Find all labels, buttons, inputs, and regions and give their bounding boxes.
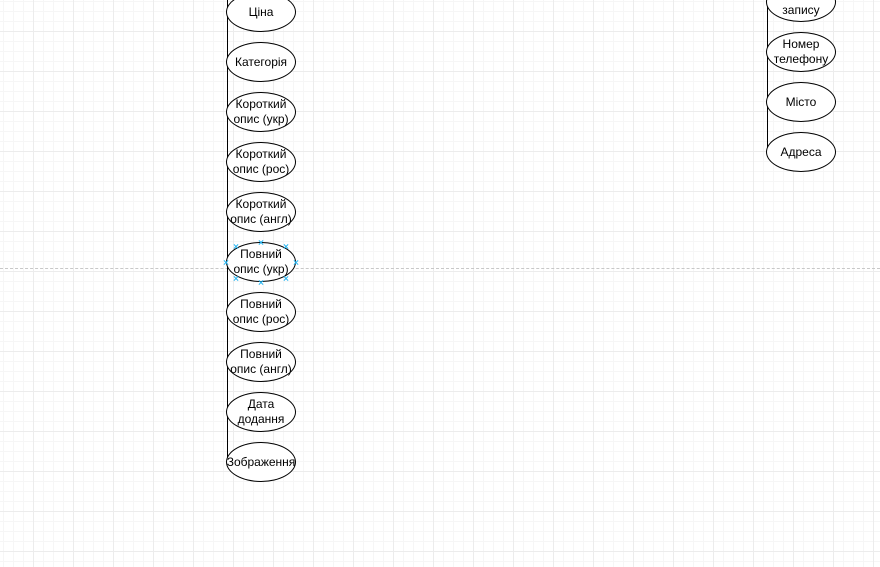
node-label: Категорія [234,54,288,69]
node-label: Дата додання [237,397,285,426]
entity-attribute-phone-number[interactable]: Номер телефону [766,32,836,72]
entity-attribute-full-desc-rus[interactable]: Повний опис (рос) [226,292,296,332]
resize-handle-ne-icon[interactable] [283,243,289,249]
resize-handle-s-icon[interactable] [258,279,264,285]
entity-attribute-record[interactable]: запису [766,0,836,22]
diagram-canvas[interactable]: Ціна Категорія Короткий опис (укр) Корот… [0,0,880,567]
resize-handle-nw-icon[interactable] [233,243,239,249]
entity-attribute-price[interactable]: Ціна [226,0,296,32]
node-label: Зображення [226,454,296,469]
resize-handle-w-icon[interactable] [223,259,229,265]
node-label: Короткий опис (рос) [232,147,290,176]
entity-attribute-city[interactable]: Місто [766,82,836,122]
node-label: Місто [785,94,817,109]
node-label: Номер телефону [773,37,829,66]
resize-handle-n-icon[interactable] [258,239,264,245]
entity-attribute-short-desc-ukr[interactable]: Короткий опис (укр) [226,92,296,132]
resize-handle-se-icon[interactable] [283,275,289,281]
entity-attribute-address[interactable]: Адреса [766,132,836,172]
page-break-line [0,268,880,269]
resize-handle-e-icon[interactable] [293,259,299,265]
entity-attribute-short-desc-rus[interactable]: Короткий опис (рос) [226,142,296,182]
entity-attribute-category[interactable]: Категорія [226,42,296,82]
entity-attribute-short-desc-eng[interactable]: Короткий опис (англ) [226,192,296,232]
node-label: запису [782,2,820,17]
entity-attribute-date-added[interactable]: Дата додання [226,392,296,432]
node-label: Короткий опис (англ) [230,197,292,226]
right-connector-line[interactable] [767,0,768,152]
node-label: Повний опис (укр) [233,247,289,276]
node-label: Адреса [780,144,822,159]
entity-attribute-image[interactable]: Зображення [226,442,296,482]
node-label: Ціна [248,4,274,19]
resize-handle-sw-icon[interactable] [233,275,239,281]
node-label: Повний опис (рос) [232,297,290,326]
node-label: Короткий опис (укр) [233,97,289,126]
entity-attribute-full-desc-eng[interactable]: Повний опис (англ) [226,342,296,382]
node-label: Повний опис (англ) [230,347,292,376]
